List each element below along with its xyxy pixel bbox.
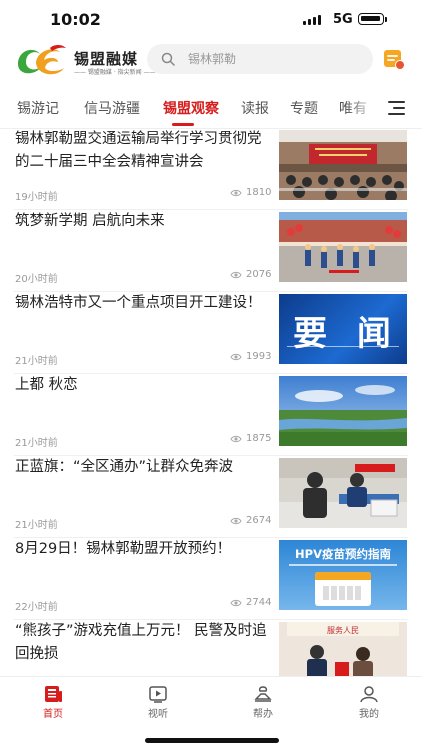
- notification-icon[interactable]: [383, 48, 405, 70]
- news-item[interactable]: 上都 秋恋 21小时前 1875: [0, 374, 422, 456]
- video-icon: [149, 686, 167, 703]
- eye-icon: [230, 517, 242, 525]
- news-item[interactable]: 筑梦新学期 启航向未来 20小时前 2076: [0, 210, 422, 292]
- app-tagline: —— 锡盟融媒 · 指尖新闻 ——: [74, 69, 156, 76]
- news-thumbnail: [279, 458, 407, 528]
- news-thumbnail: [279, 376, 407, 446]
- news-title: 上都 秋恋: [15, 377, 78, 393]
- app-name: 锡盟融媒: [74, 50, 139, 68]
- news-time: 20小时前: [15, 274, 58, 285]
- status-time: 10:02: [50, 10, 101, 29]
- news-thumbnail: 要 闻: [279, 294, 407, 364]
- channel-tabs: 锡游记 信马游疆 锡盟观察 读报 专题 唯有: [0, 86, 422, 129]
- view-count: 2744: [230, 597, 271, 608]
- network-type: 5G: [333, 12, 353, 27]
- svg-text:服务人民: 服务人民: [327, 625, 359, 635]
- news-thumbnail: HPV疫苗预约指南: [279, 540, 407, 610]
- eye-icon: [230, 435, 242, 443]
- nav-video[interactable]: 视听: [133, 685, 183, 720]
- active-tab-indicator: [172, 123, 194, 126]
- battery-icon: [358, 13, 384, 25]
- user-icon: [360, 686, 378, 703]
- news-title: 正蓝旗：“全区通办”让群众免奔波: [15, 459, 234, 475]
- news-thumbnail: [279, 212, 407, 282]
- tab-ximeng-guancha[interactable]: 锡盟观察: [163, 98, 219, 118]
- help-desk-icon: [254, 686, 272, 702]
- news-thumbnail: [279, 130, 407, 200]
- news-title: 锡林郭勒盟交通运输局举行学习贯彻党的二十届三中全会精神宣讲会: [15, 131, 262, 170]
- search-icon: [161, 52, 175, 66]
- status-bar: 10:02 5G: [0, 0, 422, 40]
- news-time: 19小时前: [15, 192, 58, 203]
- news-time: 21小时前: [15, 356, 58, 367]
- tab-xiyouji[interactable]: 锡游记: [17, 98, 59, 118]
- channel-menu-icon[interactable]: [388, 100, 405, 116]
- news-title: 锡林浩特市又一个重点项目开工建设！: [15, 295, 262, 311]
- home-indicator: [145, 738, 279, 743]
- home-news-icon: [45, 686, 62, 702]
- app-logo-icon: [18, 45, 66, 75]
- news-item[interactable]: 8月29日！锡林郭勒盟开放预约！ 22小时前 2744 HPV疫苗预约指南: [0, 538, 422, 620]
- news-title: 8月29日！锡林郭勒盟开放预约！: [15, 541, 232, 557]
- news-title: 筑梦新学期 启航向未来: [15, 213, 165, 229]
- news-time: 21小时前: [15, 438, 58, 449]
- news-time: 21小时前: [15, 520, 58, 531]
- news-item[interactable]: 正蓝旗：“全区通办”让群众免奔波 21小时前 2674: [0, 456, 422, 538]
- eye-icon: [230, 599, 242, 607]
- view-count: 1993: [230, 351, 271, 362]
- app-header: 锡盟融媒 —— 锡盟融媒 · 指尖新闻 —— 锡林郭勒: [0, 40, 422, 86]
- nav-profile[interactable]: 我的: [344, 685, 394, 720]
- view-count: 1810: [230, 187, 271, 198]
- eye-icon: [230, 271, 242, 279]
- eye-icon: [230, 189, 242, 197]
- tab-zhuanti[interactable]: 专题: [290, 98, 318, 118]
- view-count: 2674: [230, 515, 271, 526]
- news-item[interactable]: 锡林郭勒盟交通运输局举行学习贯彻党的二十届三中全会精神宣讲会 19小时前 181…: [0, 128, 422, 210]
- news-item[interactable]: 锡林浩特市又一个重点项目开工建设！ 21小时前 1993 要 闻: [0, 292, 422, 374]
- tab-xinmayoujiang[interactable]: 信马游疆: [84, 98, 140, 118]
- news-title: “熊孩子”游戏充值上万元！ 民警及时追回挽损: [15, 623, 267, 662]
- tab-dubao[interactable]: 读报: [241, 98, 269, 118]
- news-time: 22小时前: [15, 602, 58, 613]
- search-bar[interactable]: 锡林郭勒: [147, 44, 373, 74]
- nav-help[interactable]: 帮办: [238, 685, 288, 720]
- view-count: 1875: [230, 433, 271, 444]
- view-count: 2076: [230, 269, 271, 280]
- eye-icon: [230, 353, 242, 361]
- search-placeholder: 锡林郭勒: [188, 52, 237, 66]
- nav-home[interactable]: 首页: [28, 685, 78, 720]
